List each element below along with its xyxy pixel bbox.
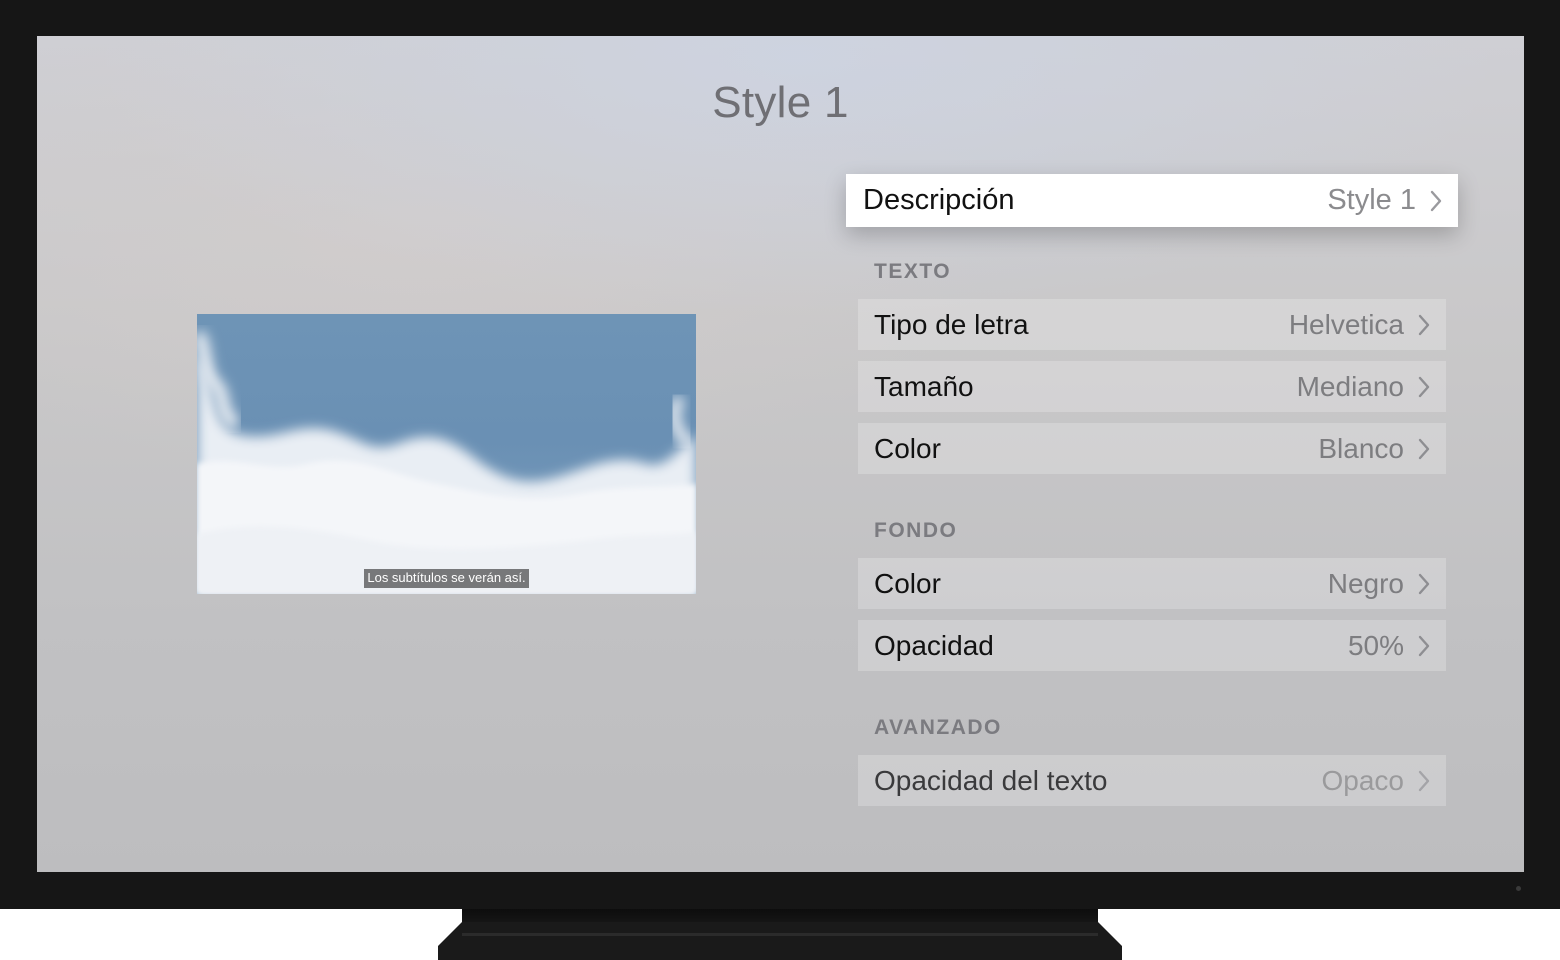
subtitle-sample: Los subtítulos se verán así.	[197, 569, 696, 588]
row-background-opacity-value: 50%	[1347, 629, 1404, 661]
row-size-value: Mediano	[1296, 370, 1404, 402]
row-background-opacity[interactable]: Opacidad 50%	[858, 620, 1446, 671]
row-background-color-value: Negro	[1327, 567, 1404, 599]
row-text-color-label: Color	[874, 432, 941, 464]
row-text-opacity-label: Opacidad del texto	[874, 764, 1108, 796]
section-header-text: TEXTO	[874, 260, 952, 283]
row-text-opacity[interactable]: Opacidad del texto Opaco	[858, 755, 1446, 806]
tv-stand-highlight	[462, 933, 1098, 936]
row-font-value: Helvetica	[1288, 308, 1404, 340]
row-background-opacity-label: Opacidad	[874, 629, 994, 661]
power-indicator	[1516, 886, 1521, 891]
section-header-background: FONDO	[874, 519, 958, 542]
row-size-label: Tamaño	[874, 370, 974, 402]
page-title: Style 1	[712, 78, 849, 127]
section-header-advanced: AVANZADO	[874, 716, 1002, 739]
row-text-color[interactable]: Color Blanco	[858, 423, 1446, 474]
description-row[interactable]: Descripción Style 1	[846, 174, 1458, 227]
chevron-right-icon	[1418, 573, 1430, 594]
row-size[interactable]: Tamaño Mediano	[858, 361, 1446, 412]
chevron-right-icon	[1418, 314, 1430, 335]
chevron-right-icon	[1430, 190, 1442, 211]
chevron-right-icon	[1418, 438, 1430, 459]
tv-frame: Style 1 Los subtítulos se verán así. Des…	[0, 0, 1560, 909]
subtitle-preview: Los subtítulos se verán así.	[197, 314, 696, 594]
subtitle-sample-text: Los subtítulos se verán así.	[364, 569, 529, 588]
chevron-right-icon	[1418, 770, 1430, 791]
row-text-color-value: Blanco	[1318, 432, 1404, 464]
description-value: Style 1	[1327, 184, 1416, 216]
row-background-color-label: Color	[874, 567, 941, 599]
chevron-right-icon	[1418, 635, 1430, 656]
row-text-opacity-value: Opaco	[1321, 764, 1405, 796]
row-background-color[interactable]: Color Negro	[858, 558, 1446, 609]
row-font[interactable]: Tipo de letra Helvetica	[858, 299, 1446, 350]
description-label: Descripción	[863, 184, 1015, 216]
tv-screen: Style 1 Los subtítulos se verán así. Des…	[37, 36, 1524, 872]
row-font-label: Tipo de letra	[874, 308, 1029, 340]
clouds-image	[197, 329, 696, 594]
tv-stand-base	[438, 922, 1122, 960]
chevron-right-icon	[1418, 376, 1430, 397]
